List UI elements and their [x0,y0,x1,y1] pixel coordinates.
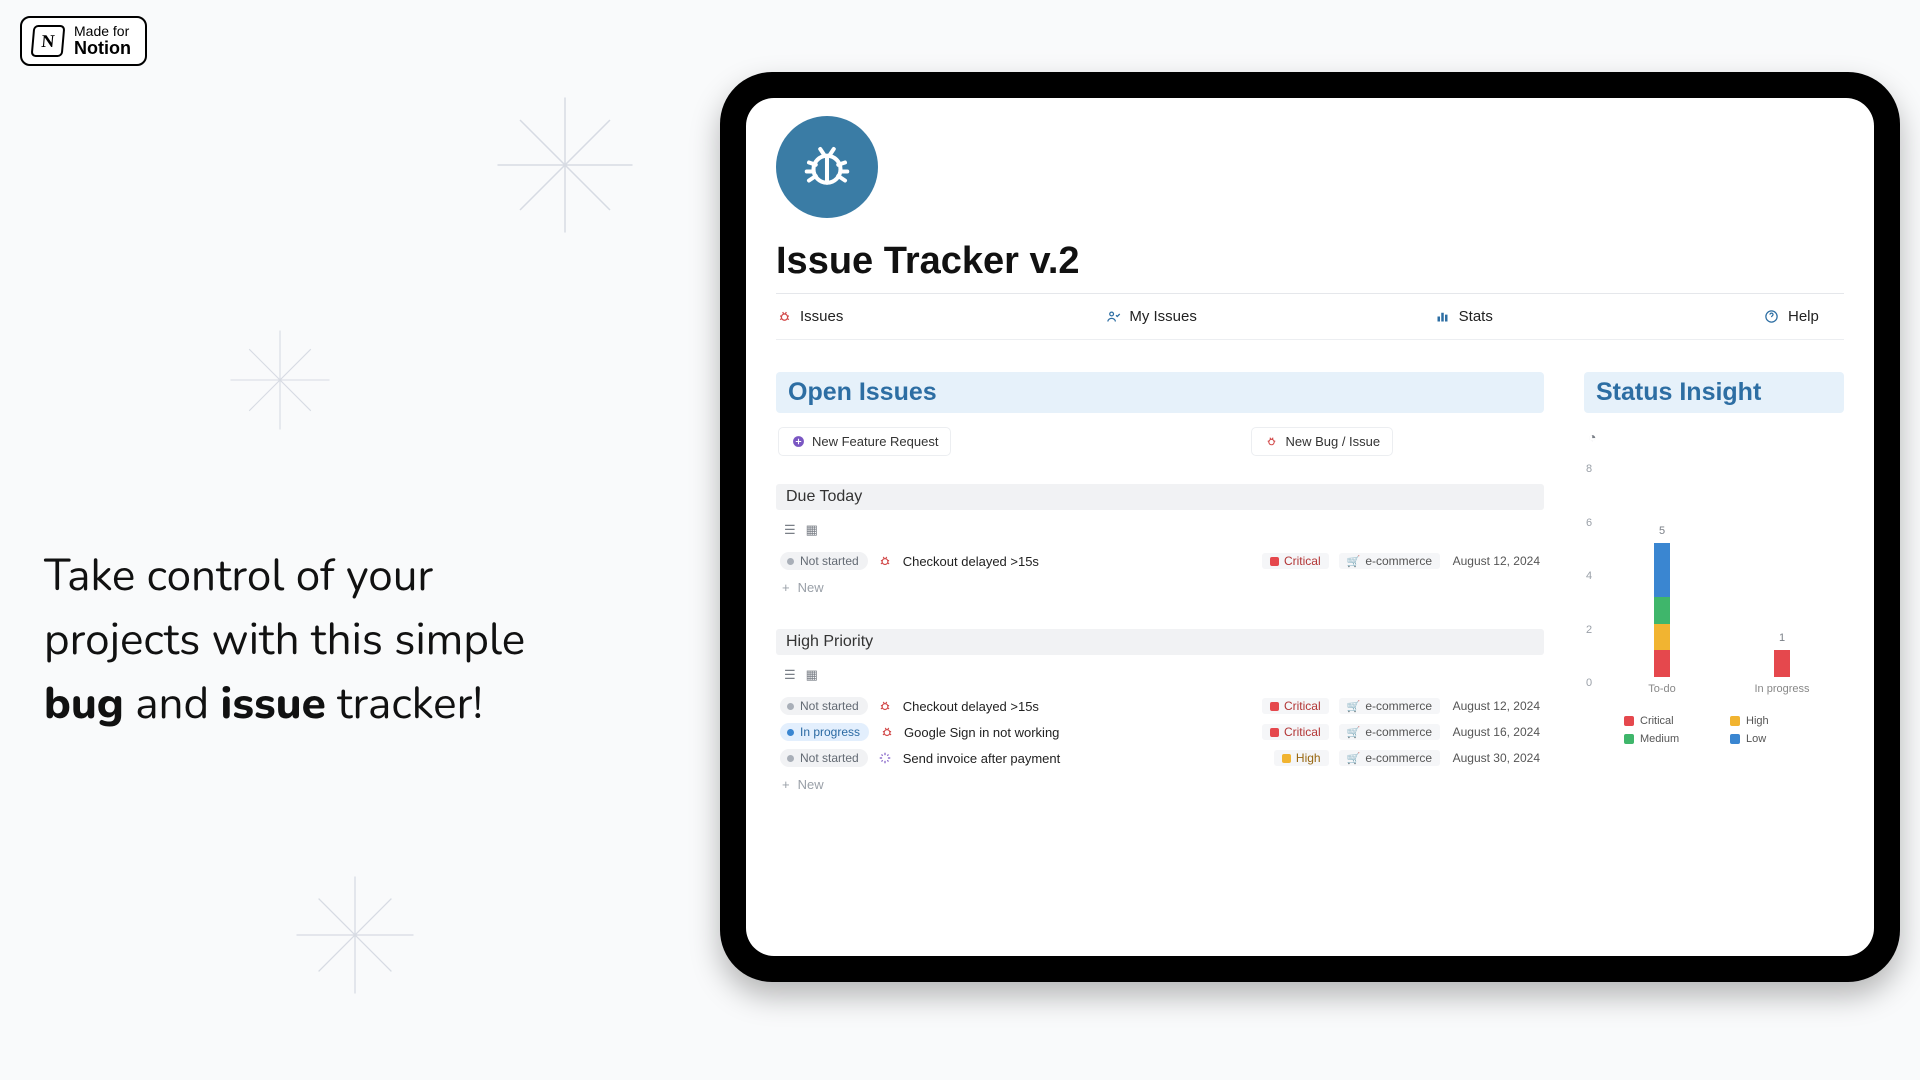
bug-icon [878,699,893,714]
page-title: Issue Tracker v.2 [776,240,1844,283]
issue-date: August 12, 2024 [1450,554,1540,568]
bar-column: 5 [1654,543,1670,677]
new-bug-button[interactable]: New Bug / Issue [1251,427,1393,456]
category-tag: 🛒e-commerce [1339,553,1440,569]
user-check-icon [1105,309,1121,325]
y-tick: 4 [1586,570,1592,582]
grid-view-icon[interactable]: ▦ [806,522,818,538]
legend-item: High [1730,715,1808,727]
issue-date: August 12, 2024 [1450,699,1540,713]
tab-stats[interactable]: Stats [1435,308,1764,325]
badge-line2: Notion [74,39,131,58]
legend-item: Critical [1624,715,1702,727]
clock-icon: ◔ [1584,427,1844,447]
sparkle-icon [225,325,335,435]
list-view-icon[interactable]: ☰ [784,667,796,683]
view-switcher: ☰ ▦ [776,663,1544,693]
bar-total-label: 1 [1779,632,1785,644]
issue-row[interactable]: Not started Checkout delayed >15s Critic… [776,548,1544,574]
category-tag: 🛒e-commerce [1339,698,1440,714]
tab-my-issues[interactable]: My Issues [1105,308,1434,325]
category-tag: 🛒e-commerce [1339,750,1440,766]
sparkle-icon [290,870,420,1000]
issue-date: August 16, 2024 [1450,725,1540,739]
new-feature-button[interactable]: New Feature Request [778,427,951,456]
issue-title: Checkout delayed >15s [903,699,1252,714]
list-view-icon[interactable]: ☰ [784,522,796,538]
bar-column: 1 [1774,650,1790,677]
status-chart: 5 1 0 2 4 6 8 To-do In progress [1584,453,1844,713]
bug-icon [879,725,894,740]
add-new-due-today[interactable]: +New [776,574,1544,595]
priority-tag: Critical [1262,553,1329,569]
bug-icon [878,554,893,569]
category-tag: 🛒e-commerce [1339,724,1440,740]
chart-icon [1435,309,1451,325]
view-switcher: ☰ ▦ [776,518,1544,548]
tab-help[interactable]: Help [1764,308,1844,325]
x-category-label: To-do [1648,683,1676,695]
bug-icon [1264,435,1278,449]
sparkle-icon [490,90,640,240]
made-for-notion-badge: N Made for Notion [20,16,147,66]
high-priority-list: Not started Checkout delayed >15s Critic… [776,693,1544,771]
status-chip: Not started [780,749,868,767]
status-chip: In progress [780,723,869,741]
plus-circle-icon [791,435,805,449]
grid-view-icon[interactable]: ▦ [806,667,818,683]
issue-row[interactable]: Not started Checkout delayed >15s Critic… [776,693,1544,719]
issue-title: Checkout delayed >15s [903,554,1252,569]
plus-icon: + [782,580,790,595]
app-screen: Issue Tracker v.2 Issues My Issues Stats… [746,98,1874,956]
issue-row[interactable]: Not started Send invoice after payment H… [776,745,1544,771]
priority-tag: High [1274,750,1329,766]
priority-tag: Critical [1262,698,1329,714]
status-insight-heading: Status Insight [1584,372,1844,413]
issue-title: Send invoice after payment [903,751,1264,766]
y-tick: 2 [1586,624,1592,636]
app-bug-icon [776,116,878,218]
y-tick: 0 [1586,677,1592,689]
sparkle-icon [878,751,893,766]
y-tick: 8 [1586,463,1592,475]
issue-title: Google Sign in not working [904,725,1252,740]
legend-item: Medium [1624,733,1702,745]
legend-item: Low [1730,733,1808,745]
priority-tag: Critical [1262,724,1329,740]
bug-icon [776,309,792,325]
x-category-label: In progress [1754,683,1809,695]
due-today-list: Not started Checkout delayed >15s Critic… [776,548,1544,574]
notion-logo-icon: N [31,25,66,57]
open-issues-heading: Open Issues [776,372,1544,413]
chart-legend: Critical High Medium Low [1584,715,1844,745]
y-tick: 6 [1586,517,1592,529]
due-today-heading: Due Today [776,484,1544,510]
plus-icon: + [782,777,790,792]
add-new-high-priority[interactable]: +New [776,771,1544,792]
status-chip: Not started [780,697,868,715]
high-priority-heading: High Priority [776,629,1544,655]
issue-row[interactable]: In progress Google Sign in not working C… [776,719,1544,745]
badge-line1: Made for [74,24,131,39]
tab-issues[interactable]: Issues [776,308,1105,325]
issue-date: August 30, 2024 [1450,751,1540,765]
help-icon [1764,309,1780,325]
tablet-frame: Issue Tracker v.2 Issues My Issues Stats… [720,72,1900,982]
bar-total-label: 5 [1659,525,1665,537]
nav-tabs: Issues My Issues Stats Help [776,294,1844,340]
marketing-tagline: Take control of your projects with this … [44,545,644,736]
status-chip: Not started [780,552,868,570]
